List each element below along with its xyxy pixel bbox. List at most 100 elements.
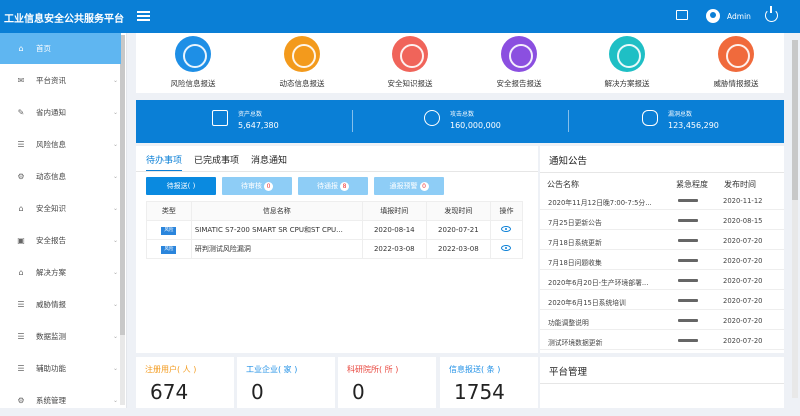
col-found[interactable]: 发现时间 [425, 201, 491, 221]
count-badge: 0 [419, 182, 429, 191]
notice-row[interactable]: 7月25日更新公告 2020-08-15 [540, 211, 784, 230]
notice-title[interactable]: 2020年6月20日-生产环境部署... [548, 277, 680, 287]
report-icon [392, 36, 428, 72]
sidebar-item-5[interactable]: ⌂ 安全知识 ⌄ [0, 193, 121, 224]
report-icon [609, 36, 645, 72]
stat-attacks-label: 攻击总数 [450, 111, 475, 118]
sidebar-item-2[interactable]: ✎ 省内通知 ⌄ [0, 97, 121, 128]
urgency-indicator [678, 259, 698, 262]
counter-label: 注册用户( 人 ) [145, 365, 197, 374]
sidebar-item-3[interactable]: ☰ 风险信息 ⌄ [0, 129, 121, 160]
col-filled[interactable]: 填报时间 [361, 201, 427, 221]
report-icon [501, 36, 537, 72]
avatar[interactable] [706, 9, 720, 23]
counter-value: 0 [251, 380, 264, 404]
tab-done[interactable]: 已完成事项 [194, 153, 239, 172]
chevron-down-icon: ⌄ [113, 397, 119, 404]
stats-bar: 资产总数 5,647,380 攻击总数 160,000,000 漏洞总数 123… [136, 100, 784, 143]
table-row: 风险 SIMATIC S7-200 SMART SR CPU和ST CPU...… [146, 220, 524, 240]
filter-pending-notify[interactable]: 待通报 8 [298, 177, 368, 195]
col-urgency: 紧急程度 [676, 180, 708, 189]
sidebar-item-9[interactable]: ☰ 数据监测 ⌄ [0, 321, 121, 352]
notice-row[interactable]: 2020年6月15日系统培训 2020-07-20 [540, 291, 784, 310]
tasks-panel: 待办事项 已完成事项 消息通知 待报送( ) 待审核 0 待通报 8 通报预警 0 类… [136, 146, 538, 353]
tasks-table: 类型 信息名称 填报时间 发现时间 操作 风险 SIMATIC S7-200 S… [146, 201, 524, 259]
notice-row[interactable]: 功能调整说明 2020-07-20 [540, 311, 784, 330]
type-tag: 风险 [161, 227, 177, 235]
notice-title[interactable]: 功能调整说明 [548, 317, 680, 327]
sidebar: ⌂ 首页 ✉ 平台资讯 ⌄ ✎ 省内通知 ⌄ ☰ 风险信息 ⌄ ⚙ 动态信息 ⌄ ⌂ 安全知识 ⌄ ▣ 安全报告 ⌄ ⌂… [0, 33, 127, 408]
notice-row[interactable]: 7月18日问题收集 2020-07-20 [540, 251, 784, 270]
counter-value: 674 [150, 380, 189, 404]
notice-title[interactable]: 7月25日更新公告 [548, 217, 680, 227]
tab-todo[interactable]: 待办事项 [146, 153, 183, 172]
quick-action-3[interactable]: 安全报告报送 [474, 36, 564, 92]
notice-date: 2020-07-20 [723, 257, 763, 265]
chevron-down-icon: ⌄ [113, 269, 119, 276]
row-name: 研判测试风险漏洞 [190, 239, 363, 259]
chevron-down-icon: ⌄ [113, 141, 119, 148]
quick-action-0[interactable]: 风险信息报送 [148, 36, 238, 92]
quick-actions: 风险信息报送 动态信息报送 安全知识报送 安全报告报送 解决方案报送 威胁情报报送 [136, 33, 784, 93]
col-type[interactable]: 类型 [146, 201, 192, 221]
filter-pending-review[interactable]: 待审核 0 [222, 177, 292, 195]
sidebar-item-10[interactable]: ☰ 辅助功能 ⌄ [0, 353, 121, 384]
quick-action-label: 风险信息报送 [170, 79, 216, 88]
counter-label: 信息报送( 条 ) [449, 365, 501, 374]
sidebar-item-11[interactable]: ⚙ 系统管理 ⌄ [0, 385, 121, 416]
notice-title[interactable]: 测试环境数据更新 [548, 337, 680, 347]
sidebar-item-1[interactable]: ✉ 平台资讯 ⌄ [0, 65, 121, 96]
notice-row[interactable]: 2020年6月20日-生产环境部署... 2020-07-20 [540, 271, 784, 290]
notice-title[interactable]: 7月18日问题收集 [548, 257, 680, 267]
quick-action-label: 解决方案报送 [604, 79, 650, 88]
notice-title[interactable]: 7月18日系统更新 [548, 237, 680, 247]
power-icon[interactable] [765, 6, 778, 22]
quick-action-label: 安全知识报送 [387, 79, 433, 88]
sidebar-item-label: 平台资讯 [36, 76, 66, 85]
stat-assets-label: 资产总数 [238, 111, 263, 118]
counter-label: 科研院所( 所 ) [347, 365, 399, 374]
sidebar-item-4[interactable]: ⚙ 动态信息 ⌄ [0, 161, 121, 192]
chevron-down-icon: ⌄ [113, 301, 119, 308]
table-row: 风险 研判测试风险漏洞 2022-03-08 2022-03-08 [146, 239, 524, 259]
sidebar-item-7[interactable]: ⌂ 解决方案 ⌄ [0, 257, 121, 288]
filter-pending-submit[interactable]: 待报送( ) [146, 177, 216, 195]
platform-panel: 平台管理 [540, 357, 784, 408]
monitor-icon[interactable] [676, 10, 688, 20]
sidebar-item-6[interactable]: ▣ 安全报告 ⌄ [0, 225, 121, 256]
sidebar-item-0[interactable]: ⌂ 首页 [0, 33, 121, 64]
filter-warning[interactable]: 通报预警 0 [374, 177, 444, 195]
server-icon [212, 110, 228, 126]
menu-toggle-icon[interactable] [137, 11, 150, 21]
notice-date: 2020-07-20 [723, 297, 763, 305]
row-found: 2022-03-08 [425, 239, 491, 259]
col-name[interactable]: 信息名称 [190, 201, 363, 221]
quick-action-5[interactable]: 威胁情报报送 [691, 36, 781, 92]
quick-action-4[interactable]: 解决方案报送 [582, 36, 672, 92]
quick-action-1[interactable]: 动态信息报送 [257, 36, 347, 92]
notice-row[interactable]: 测试环境数据更新 2020-07-20 [540, 331, 784, 350]
notice-row[interactable]: 2020年11月12日晚7:00-7:5分... 2020-11-12 [540, 191, 784, 210]
report-icon [718, 36, 754, 72]
gear-icon: ⚙ [17, 171, 25, 181]
chevron-down-icon: ⌄ [113, 173, 119, 180]
view-icon[interactable] [501, 226, 512, 232]
user-name[interactable]: Admin [727, 12, 751, 21]
chevron-down-icon: ⌄ [113, 333, 119, 340]
quick-action-2[interactable]: 安全知识报送 [365, 36, 455, 92]
sidebar-item-label: 省内通知 [36, 108, 66, 117]
quick-action-label: 动态信息报送 [279, 79, 325, 88]
sidebar-item-8[interactable]: ☰ 威胁情报 ⌄ [0, 289, 121, 320]
tab-messages[interactable]: 消息通知 [251, 153, 287, 172]
notice-row[interactable]: 7月18日系统更新 2020-07-20 [540, 231, 784, 250]
main-scrollbar[interactable] [792, 40, 798, 398]
row-filled: 2020-08-14 [361, 220, 427, 240]
notice-date: 2020-07-20 [723, 317, 763, 325]
report-icon: ▣ [17, 235, 25, 245]
notice-date: 2020-11-12 [723, 197, 763, 205]
chevron-down-icon: ⌄ [113, 365, 119, 372]
view-icon[interactable] [501, 245, 512, 251]
notices-title: 通知公告 [549, 156, 588, 167]
notice-title[interactable]: 2020年11月12日晚7:00-7:5分... [548, 197, 680, 207]
notice-title[interactable]: 2020年6月15日系统培训 [548, 297, 680, 307]
